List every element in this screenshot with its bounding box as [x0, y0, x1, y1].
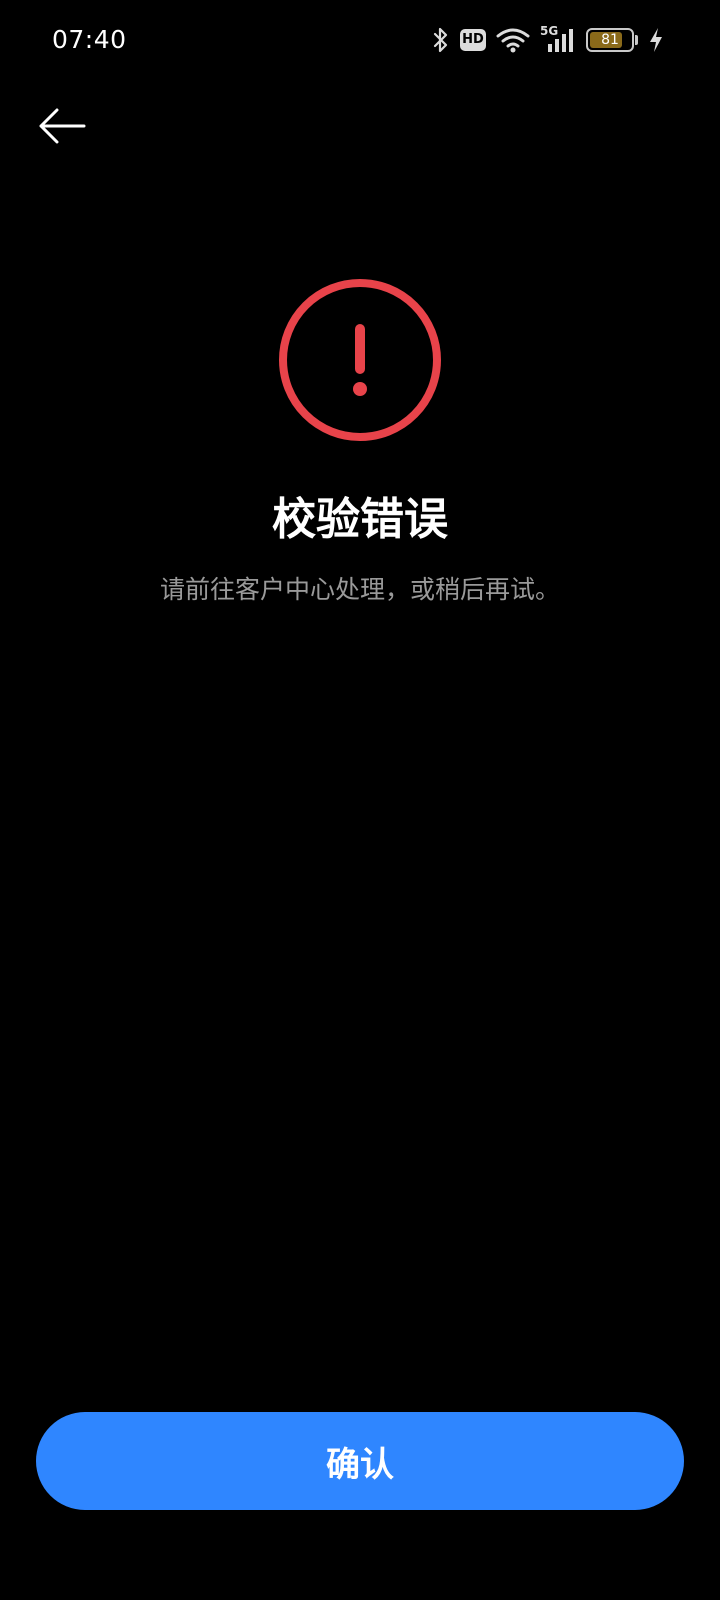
error-message: 请前往客户中心处理，或稍后再试。 — [159, 575, 560, 604]
cellular-signal-icon: 5G — [540, 24, 576, 54]
battery-level: 81 — [601, 32, 619, 48]
wifi-icon — [496, 26, 530, 54]
bluetooth-icon — [432, 26, 450, 54]
back-button[interactable] — [30, 100, 94, 156]
battery-body: 81 — [586, 28, 634, 52]
arrow-left-icon — [37, 106, 87, 150]
status-time: 07:40 — [52, 25, 127, 54]
exclamation-circle-icon — [276, 276, 444, 444]
status-bar: 07:40 HD 5G 81 — [0, 0, 720, 80]
hd-icon: HD — [460, 29, 486, 51]
status-icons: HD 5G 81 — [432, 22, 664, 58]
charging-icon — [648, 26, 664, 54]
battery-tip — [635, 35, 638, 45]
battery-icon: 81 — [586, 28, 638, 52]
hd-label: HD — [462, 32, 484, 47]
confirm-button[interactable]: 确认 — [36, 1412, 684, 1510]
error-title: 校验错误 — [272, 494, 448, 545]
